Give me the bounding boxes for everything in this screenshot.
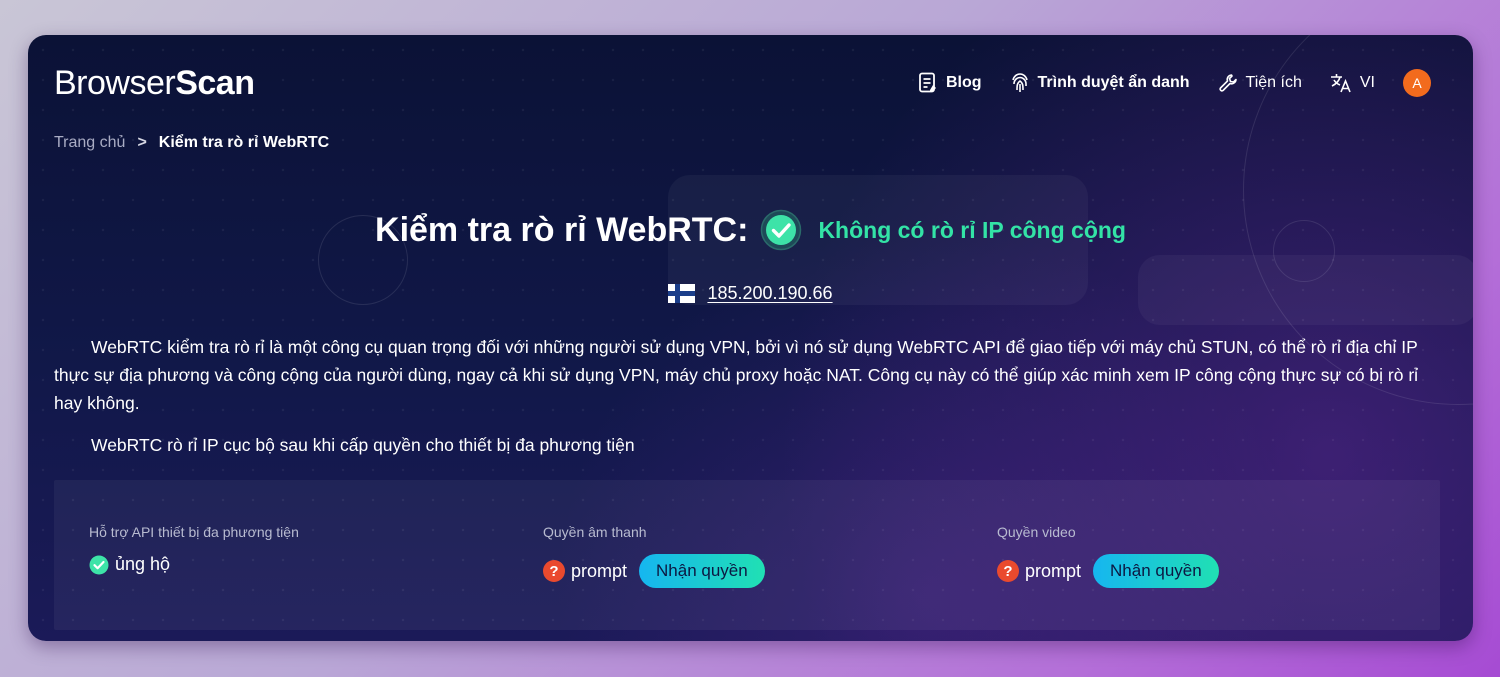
video-permission-status: prompt bbox=[1025, 560, 1082, 581]
audio-permission-column: Quyền âm thanh ? prompt Nhận quyền bbox=[543, 524, 765, 588]
language-label: VI bbox=[1359, 74, 1375, 91]
page-title-row: Kiểm tra rò rỉ WebRTC: Không có rò rỉ IP… bbox=[28, 209, 1473, 251]
video-permission-column: Quyền video ? prompt Nhận quyền bbox=[997, 524, 1219, 588]
section-subheading: WebRTC rò rỉ IP cục bộ sau khi cấp quyền… bbox=[91, 435, 635, 455]
nav-label-tools: Tiện ích bbox=[1245, 74, 1302, 91]
leak-status-text: Không có rò rỉ IP công cộng bbox=[818, 216, 1126, 243]
language-switcher[interactable]: VI bbox=[1330, 73, 1375, 93]
nav-label-blog: Blog bbox=[945, 74, 982, 91]
page-title: Kiểm tra rò rỉ WebRTC: bbox=[375, 210, 749, 249]
check-circle-icon bbox=[761, 209, 802, 251]
nav-label-incognito-browser: Trình duyệt ẩn danh bbox=[1037, 74, 1190, 91]
breadcrumb-current: Kiểm tra rò rỉ WebRTC bbox=[158, 134, 330, 151]
wrench-icon bbox=[1218, 74, 1237, 92]
audio-permission-value: ? prompt Nhận quyền bbox=[543, 554, 765, 588]
get-video-permission-button[interactable]: Nhận quyền bbox=[1093, 554, 1219, 588]
browserscan-logo[interactable]: Browser Scan bbox=[54, 63, 255, 103]
media-support-value: ủng hộ bbox=[89, 554, 299, 575]
audio-permission-label: Quyền âm thanh bbox=[543, 524, 647, 540]
webrtc-description: WebRTC kiểm tra rò rỉ là một công cụ qua… bbox=[54, 337, 1419, 413]
translate-icon bbox=[1330, 74, 1351, 93]
question-icon: ? bbox=[997, 560, 1019, 582]
audio-permission-status: prompt bbox=[571, 560, 628, 581]
nav-item-incognito-browser[interactable]: Trình duyệt ẩn danh bbox=[1010, 72, 1190, 94]
check-circle-icon bbox=[89, 555, 109, 574]
document-icon bbox=[919, 72, 936, 93]
top-navigation-bar: Browser Scan Blog Trình duyệt ẩn danh Ti… bbox=[54, 63, 1431, 103]
media-support-label: Hỗ trợ API thiết bị đa phương tiện bbox=[89, 524, 299, 540]
ip-address-link[interactable]: 185.200.190.66 bbox=[707, 283, 832, 304]
breadcrumb-home-link[interactable]: Trang chủ bbox=[54, 134, 125, 152]
fingerprint-icon bbox=[1011, 73, 1028, 92]
nav-item-blog[interactable]: Blog bbox=[918, 72, 982, 94]
get-audio-permission-button[interactable]: Nhận quyền bbox=[639, 554, 765, 588]
video-permission-value: ? prompt Nhận quyền bbox=[997, 554, 1219, 588]
user-avatar[interactable]: A bbox=[1403, 69, 1431, 97]
nav-item-tools[interactable]: Tiện ích bbox=[1218, 73, 1302, 93]
logo-text-browser: Browser bbox=[54, 63, 176, 102]
media-support-status: ủng hộ bbox=[115, 554, 171, 574]
finland-flag-icon bbox=[668, 284, 696, 303]
media-support-column: Hỗ trợ API thiết bị đa phương tiện ủng h… bbox=[89, 524, 299, 575]
logo-text-scan: Scan bbox=[175, 63, 255, 102]
ip-address-row: 185.200.190.66 bbox=[28, 283, 1473, 304]
question-icon: ? bbox=[543, 560, 565, 582]
video-permission-label: Quyền video bbox=[997, 524, 1076, 540]
media-permissions-panel: Hỗ trợ API thiết bị đa phương tiện ủng h… bbox=[54, 480, 1440, 630]
breadcrumb: Trang chủ > Kiểm tra rò rỉ WebRTC bbox=[54, 134, 329, 152]
breadcrumb-separator: > bbox=[137, 134, 147, 151]
browser-window: Browser Scan Blog Trình duyệt ẩn danh Ti… bbox=[28, 35, 1473, 641]
main-nav: Blog Trình duyệt ẩn danh Tiện ích VI A bbox=[890, 69, 1431, 97]
